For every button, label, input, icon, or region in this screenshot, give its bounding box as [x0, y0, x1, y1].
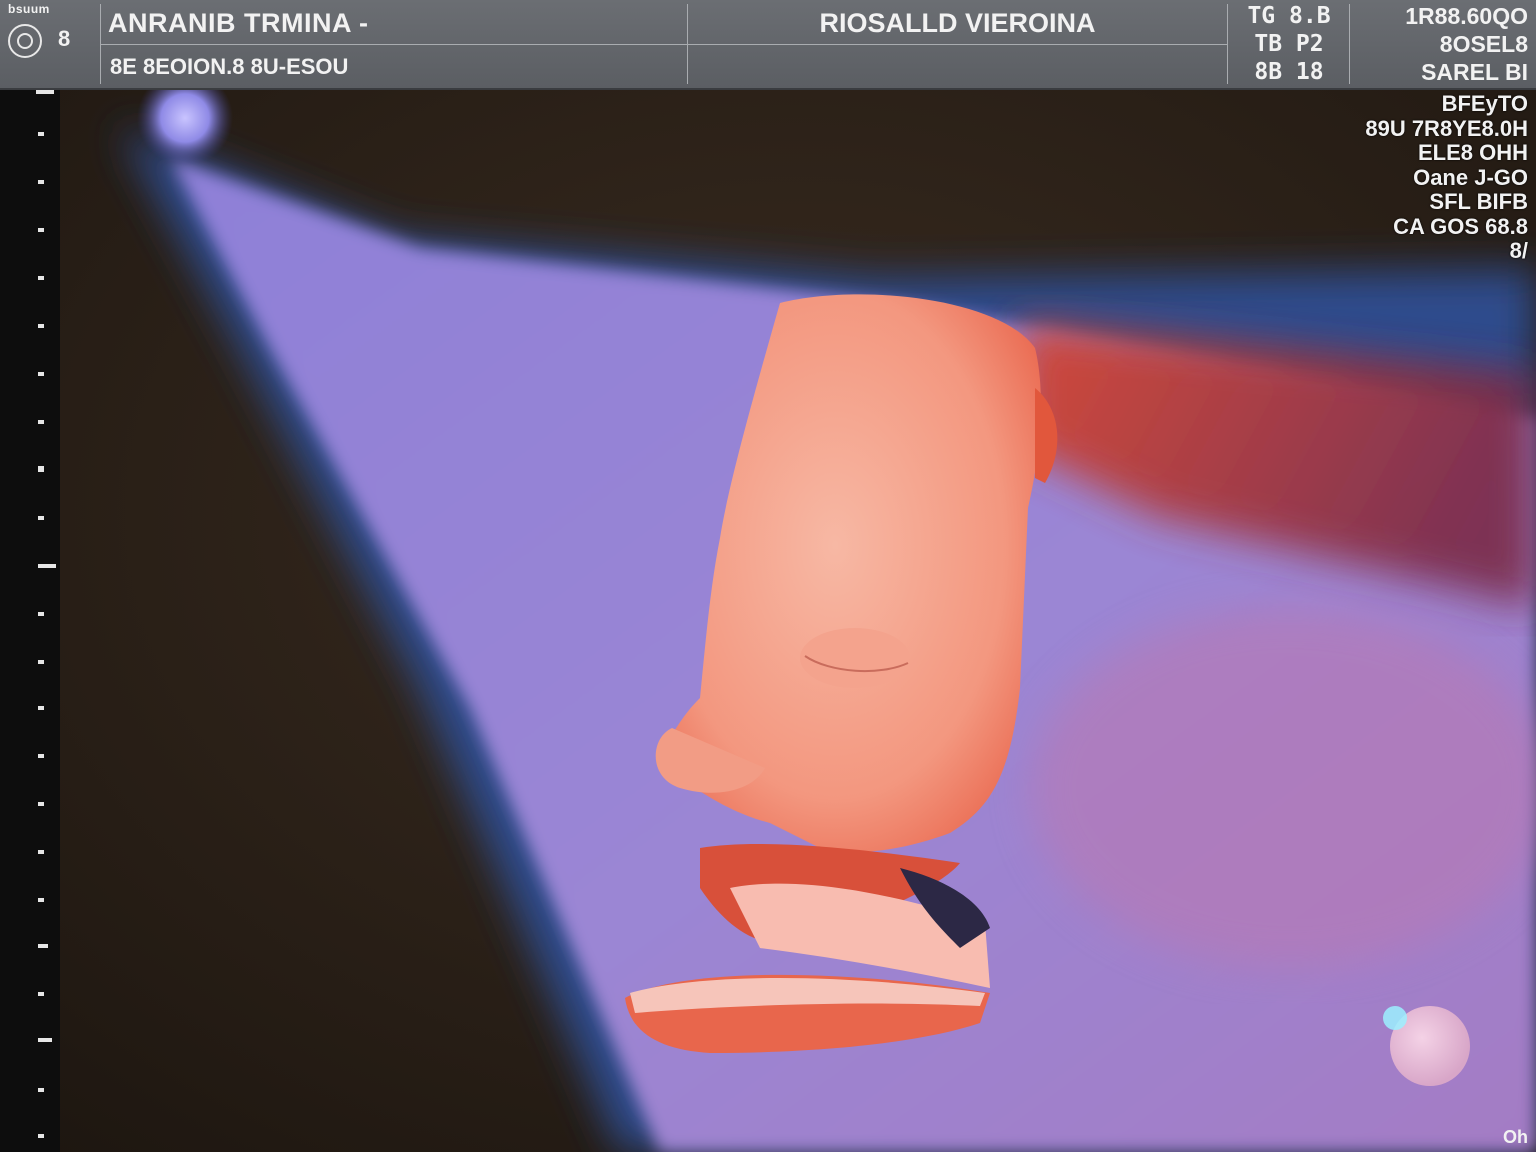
ruler-tick-major	[38, 944, 48, 948]
info-line: CA GOS 68.8	[1393, 213, 1528, 239]
ruler-tick	[38, 1088, 44, 1092]
patient-name: RIOSALLD VIEROINA	[819, 8, 1096, 38]
ruler-tick	[38, 324, 44, 328]
date-block: 1R88.60QO 8OSEL8 SAREL BI	[1405, 2, 1528, 86]
ruler-tick	[38, 1134, 44, 1138]
ultrasound-image	[60, 88, 1536, 1152]
info-line: ELE8 OHH	[1417, 140, 1528, 165]
depth-ruler	[0, 88, 60, 1152]
header-bar: bsuum 8 ANRANIB TRMINA - 8E 8EOION.8 8U-…	[0, 0, 1536, 90]
divider	[1349, 4, 1350, 84]
date-line: 1R88.60QO	[1405, 3, 1528, 29]
ruler-tick	[38, 660, 44, 664]
divider	[1227, 4, 1228, 84]
param-line: TB P2	[1254, 31, 1324, 57]
ruler-tick	[38, 228, 44, 232]
info-line: 8/	[1509, 238, 1528, 263]
measurement-panel: BFEyTO 89U 7R8YE8.0H ELE8 OHH Oane J-GO …	[1365, 91, 1528, 264]
logo-icon	[8, 24, 42, 58]
divider	[100, 44, 1227, 45]
ruler-tick	[38, 992, 44, 996]
param-line: 8B 18	[1254, 59, 1324, 85]
orientation-marker: Oh	[1503, 1127, 1528, 1147]
ruler-tick	[38, 706, 44, 710]
ruler-tick	[38, 850, 44, 854]
ruler-tick	[38, 132, 44, 136]
ruler-tick	[38, 898, 44, 902]
ruler-tick	[38, 372, 44, 376]
date-line: 8OSEL8	[1439, 31, 1528, 57]
ruler-tick	[38, 612, 44, 616]
logo-area: bsuum 8	[0, 0, 100, 88]
ruler-tick	[38, 754, 44, 758]
logo-number: 8	[58, 26, 71, 51]
exam-title: ANRANIB TRMINA -	[108, 8, 369, 38]
exam-subtitle: 8E 8EOION.8 8U-ESOU	[110, 54, 349, 79]
param-line: TG 8.B	[1247, 3, 1331, 29]
scan-params: TG 8.B TB P2 8B 18	[1230, 2, 1348, 86]
ruler-tick	[38, 802, 44, 806]
ruler-tick	[38, 516, 44, 520]
logo-label: bsuum	[8, 2, 50, 16]
info-line: BFEyTO	[1441, 91, 1528, 116]
ruler-tick	[38, 466, 44, 472]
info-line: 89U 7R8YE8.0H	[1365, 115, 1528, 141]
divider	[687, 4, 688, 84]
date-line: SAREL BI	[1421, 59, 1528, 85]
ruler-tick	[38, 180, 44, 184]
info-line: Oane J-GO	[1413, 164, 1528, 190]
ruler-tick-major	[38, 564, 56, 568]
info-line: SFL BIFB	[1429, 189, 1528, 214]
ruler-tick-major	[38, 1038, 52, 1042]
ruler-tick	[38, 420, 44, 424]
ruler-tick	[38, 276, 44, 280]
